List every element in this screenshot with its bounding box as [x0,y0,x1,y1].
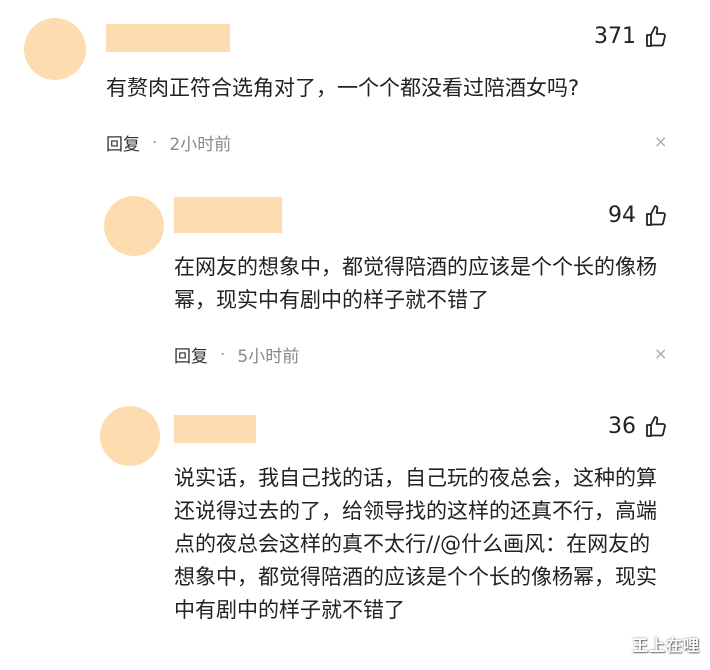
avatar[interactable] [104,196,164,256]
watermark: 王上在哩 [631,636,700,655]
comment-meta: 回复 · 2小时前 [106,130,232,156]
username-placeholder[interactable] [106,24,230,52]
comment-meta: 回复 · 5小时前 [174,342,300,368]
reply-button[interactable]: 回复 [106,130,140,155]
comment-text: 在网友的想象中，都觉得陪酒的应该是个个长的像杨幂，现实中有剧中的样子就不错了 [174,255,657,312]
comment-text: 有赘肉正符合选角对了，一个个都没看过陪酒女吗? [106,76,580,100]
separator-dot: · [152,132,158,153]
username-placeholder[interactable] [174,197,282,233]
timestamp: 5小时前 [237,347,300,367]
like-button[interactable]: 371 [594,24,668,49]
close-icon[interactable]: × [654,132,667,151]
comment-text: 说实话，我自己找的话，自己玩的夜总会，这种的算还说得过去的了，给领导找的这样的还… [174,466,657,622]
close-icon[interactable]: × [654,344,667,363]
avatar[interactable] [100,406,160,466]
like-button[interactable]: 36 [608,414,668,439]
timestamp: 2小时前 [169,135,232,155]
thumbs-up-icon[interactable] [644,415,668,439]
separator-dot: · [220,344,226,365]
like-count: 371 [594,24,636,49]
thumbs-up-icon[interactable] [644,204,668,228]
thumbs-up-icon[interactable] [644,25,668,49]
reply-button[interactable]: 回复 [174,342,208,367]
username-placeholder[interactable] [174,415,256,443]
avatar[interactable] [24,18,86,80]
like-count: 36 [608,414,636,439]
like-count: 94 [608,203,636,228]
like-button[interactable]: 94 [608,203,668,228]
